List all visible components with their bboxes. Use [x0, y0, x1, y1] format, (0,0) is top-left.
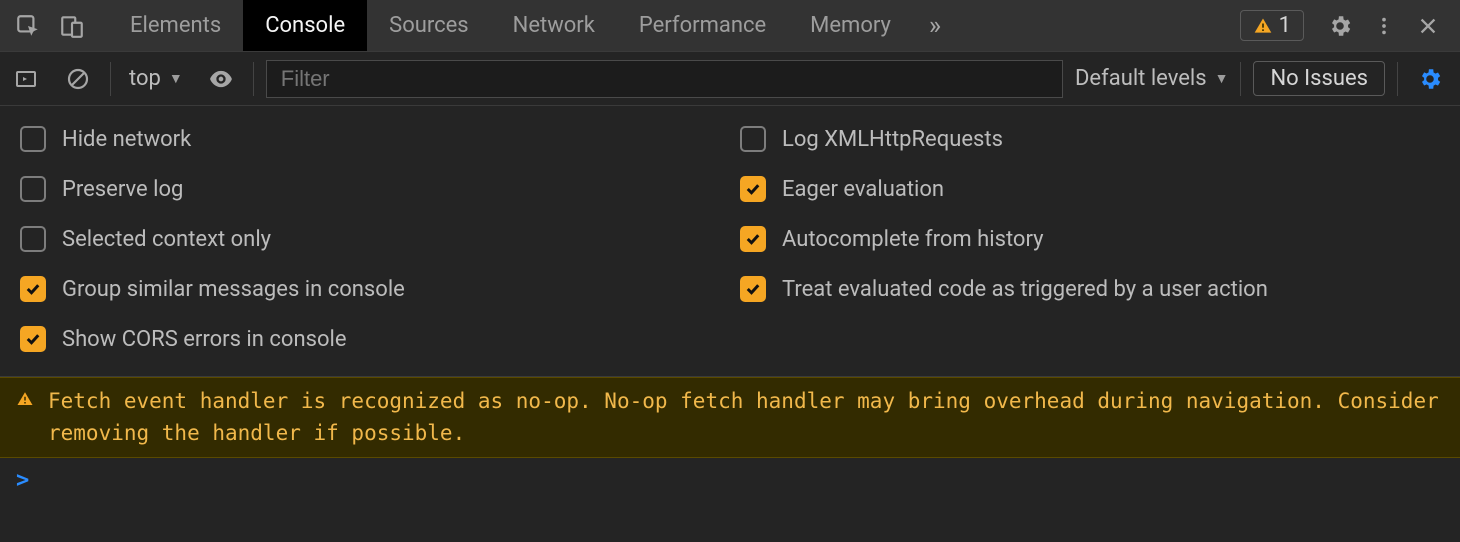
warnings-badge[interactable]: 1 — [1240, 10, 1304, 41]
checkbox-box — [20, 226, 46, 252]
checkbox-label: Treat evaluated code as triggered by a u… — [782, 277, 1268, 302]
checkbox-box — [740, 176, 766, 202]
warning-triangle-icon — [16, 390, 34, 408]
separator — [1240, 62, 1241, 96]
log-levels-selector[interactable]: Default levels ▼ — [1075, 66, 1228, 91]
filter-input[interactable] — [266, 60, 1063, 98]
chevron-down-icon: ▼ — [169, 70, 183, 87]
checkbox-box — [20, 176, 46, 202]
console-settings-gear-icon[interactable] — [1410, 59, 1450, 99]
warning-message: Fetch event handler is recognized as no-… — [48, 386, 1444, 449]
checkbox-label: Eager evaluation — [782, 177, 944, 202]
checkbox-box — [740, 126, 766, 152]
clear-console-icon[interactable] — [58, 59, 98, 99]
live-expression-icon[interactable] — [201, 59, 241, 99]
console-settings-panel: Hide network Preserve log Selected context… — [0, 106, 1460, 377]
checkbox-box — [20, 126, 46, 152]
console-warning-row[interactable]: Fetch event handler is recognized as no-… — [0, 377, 1460, 458]
kebab-menu-icon[interactable] — [1362, 4, 1406, 48]
close-devtools-icon[interactable] — [1406, 4, 1450, 48]
tab-elements[interactable]: Elements — [108, 0, 243, 51]
setting-checkbox[interactable]: Preserve log — [20, 176, 720, 202]
setting-checkbox[interactable]: Selected context only — [20, 226, 720, 252]
setting-checkbox[interactable]: Group similar messages in console — [20, 276, 720, 302]
issues-label: No Issues — [1270, 66, 1368, 91]
checkbox-box — [20, 276, 46, 302]
issues-button[interactable]: No Issues — [1253, 61, 1385, 96]
setting-checkbox[interactable]: Log XMLHttpRequests — [740, 126, 1440, 152]
setting-checkbox[interactable]: Autocomplete from history — [740, 226, 1440, 252]
prompt-chevron-icon: > — [16, 468, 29, 493]
checkbox-box — [20, 326, 46, 352]
settings-gear-icon[interactable] — [1318, 4, 1362, 48]
toggle-sidebar-icon[interactable] — [6, 59, 46, 99]
more-tabs-icon[interactable]: » — [913, 4, 957, 48]
separator — [1397, 62, 1398, 96]
checkbox-label: Show CORS errors in console — [62, 327, 347, 352]
console-toolbar: top ▼ Default levels ▼ No Issues — [0, 52, 1460, 106]
separator — [253, 62, 254, 96]
context-label: top — [129, 66, 161, 91]
checkbox-box — [740, 226, 766, 252]
tab-sources[interactable]: Sources — [367, 0, 491, 51]
inspect-element-icon[interactable] — [6, 4, 50, 48]
checkbox-label: Group similar messages in console — [62, 277, 405, 302]
tab-console[interactable]: Console — [243, 0, 367, 51]
checkbox-label: Hide network — [62, 127, 191, 152]
setting-checkbox[interactable]: Eager evaluation — [740, 176, 1440, 202]
execution-context-selector[interactable]: top ▼ — [123, 66, 189, 91]
setting-checkbox[interactable]: Treat evaluated code as triggered by a u… — [740, 276, 1440, 302]
checkbox-label: Autocomplete from history — [782, 227, 1044, 252]
tab-network[interactable]: Network — [491, 0, 617, 51]
devtools-tabbar: ElementsConsoleSourcesNetworkPerformance… — [0, 0, 1460, 52]
tab-performance[interactable]: Performance — [617, 0, 788, 51]
setting-checkbox[interactable]: Hide network — [20, 126, 720, 152]
checkbox-label: Selected context only — [62, 227, 271, 252]
warnings-count: 1 — [1279, 13, 1291, 38]
tab-memory[interactable]: Memory — [788, 0, 913, 51]
checkbox-box — [740, 276, 766, 302]
checkbox-label: Log XMLHttpRequests — [782, 127, 1003, 152]
chevron-down-icon: ▼ — [1215, 70, 1229, 87]
console-prompt[interactable]: > — [0, 458, 1460, 503]
setting-checkbox[interactable]: Show CORS errors in console — [20, 326, 720, 352]
warning-triangle-icon — [1253, 16, 1273, 36]
toggle-device-icon[interactable] — [50, 4, 94, 48]
levels-label: Default levels — [1075, 66, 1207, 91]
checkbox-label: Preserve log — [62, 177, 183, 202]
panel-tabs: ElementsConsoleSourcesNetworkPerformance… — [108, 0, 913, 51]
separator — [110, 62, 111, 96]
